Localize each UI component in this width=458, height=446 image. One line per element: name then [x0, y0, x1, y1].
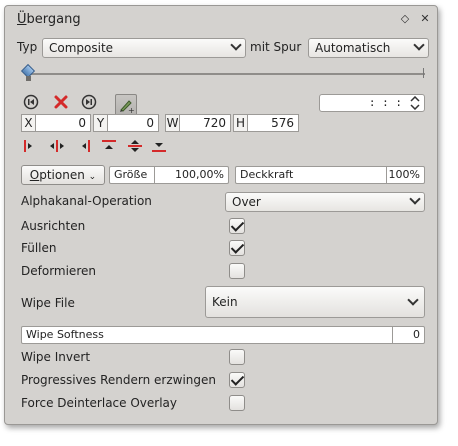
skip-next-icon: [81, 94, 97, 110]
x-value: 0: [78, 116, 86, 130]
align-vcenter-icon[interactable]: [127, 139, 143, 153]
h-value: 576: [271, 116, 294, 130]
previous-keyframe-button[interactable]: [21, 94, 41, 114]
progressive-label: Progressives Rendern erzwingen: [21, 373, 216, 387]
opacity-separator: [386, 167, 387, 183]
delete-keyframe-button[interactable]: [51, 94, 71, 114]
chevron-down-small-icon: ⌄: [88, 172, 97, 182]
wipe-softness-value: 0: [413, 328, 420, 341]
w-label: W: [166, 115, 180, 131]
transition-type-combo[interactable]: Composite: [42, 38, 246, 58]
y-position-field[interactable]: Y 0: [93, 114, 159, 132]
alpha-operation-combo[interactable]: Over: [225, 192, 425, 212]
width-field[interactable]: W 720: [165, 114, 231, 132]
size-value: 100,00%: [175, 168, 224, 181]
wipe-invert-label: Wipe Invert: [21, 350, 91, 364]
close-panel-icon[interactable]: ✕: [418, 12, 432, 26]
timecode-input[interactable]: : : :: [319, 94, 425, 112]
wipe-file-value: Kein: [212, 295, 238, 309]
track-combo[interactable]: Automatisch: [308, 38, 429, 58]
progressive-checkbox[interactable]: [229, 372, 245, 388]
align-hcenter-icon[interactable]: [49, 139, 65, 153]
height-field[interactable]: H 576: [233, 114, 299, 132]
track-value: Automatisch: [315, 41, 391, 55]
title-mnemonic: Ü: [17, 12, 27, 27]
align-label: Ausrichten: [21, 219, 86, 233]
add-keyframe-button[interactable]: +: [115, 94, 137, 116]
fill-checkbox[interactable]: [229, 240, 245, 256]
transition-panel: Übergang ◇ ✕ Typ Composite mit Spur Auto…: [4, 5, 438, 425]
keyframe-timeline-track[interactable]: [25, 73, 425, 75]
size-field[interactable]: Größe 100,00%: [109, 166, 229, 184]
align-left-icon[interactable]: [23, 139, 39, 153]
options-mnemonic: O: [29, 168, 40, 182]
align-right-icon[interactable]: [75, 139, 91, 153]
wipe-softness-label: Wipe Softness: [26, 328, 104, 341]
options-label: ptionen: [39, 168, 85, 182]
y-label: Y: [94, 115, 108, 131]
size-separator: [154, 167, 155, 183]
chevron-down-icon: [407, 294, 419, 306]
opacity-field[interactable]: Deckkraft 100%: [235, 166, 425, 184]
timecode-value: : : :: [368, 96, 402, 109]
title-rest: bergang: [26, 12, 81, 27]
alpha-operation-label: Alphakanal-Operation: [21, 194, 152, 208]
y-value: 0: [146, 116, 154, 130]
chevron-down-icon: [413, 39, 425, 51]
options-button[interactable]: Optionen ⌄: [21, 165, 105, 185]
keyframe-pencil-icon: +: [120, 100, 135, 115]
alpha-operation-value: Over: [232, 195, 261, 209]
type-label: Typ: [17, 40, 38, 54]
distort-label: Deformieren: [21, 264, 96, 278]
spin-updown-icon[interactable]: [409, 96, 421, 110]
distort-checkbox[interactable]: [229, 263, 245, 279]
skip-previous-icon: [23, 94, 39, 110]
wipe-invert-checkbox[interactable]: [229, 349, 245, 365]
chevron-down-icon: [409, 193, 421, 205]
x-label: X: [22, 115, 36, 131]
w-value: 720: [203, 116, 226, 130]
opacity-label: Deckkraft: [240, 168, 294, 181]
size-label: Größe: [114, 168, 148, 181]
wipe-softness-slider[interactable]: Wipe Softness 0: [21, 326, 425, 344]
align-checkbox[interactable]: [229, 218, 245, 234]
wipe-file-combo[interactable]: Kein: [205, 286, 425, 318]
next-keyframe-button[interactable]: [79, 94, 99, 114]
keyframe-handle-base: [26, 76, 31, 81]
red-x-icon: [54, 95, 68, 109]
opacity-value: 100%: [388, 168, 420, 181]
deinterlace-label: Force Deinterlace Overlay: [21, 396, 177, 410]
align-bottom-icon[interactable]: [151, 139, 167, 153]
panel-title: Übergang: [17, 12, 81, 27]
fill-label: Füllen: [21, 241, 57, 255]
x-position-field[interactable]: X 0: [21, 114, 91, 132]
track-label: mit Spur: [250, 40, 302, 54]
wipe-file-label: Wipe File: [21, 296, 75, 310]
wipe-softness-separator: [392, 327, 393, 343]
float-panel-icon[interactable]: ◇: [398, 12, 412, 26]
align-top-icon[interactable]: [101, 139, 117, 153]
h-label: H: [234, 115, 248, 131]
chevron-down-icon: [230, 39, 242, 51]
deinterlace-checkbox[interactable]: [229, 395, 245, 411]
transition-type-value: Composite: [49, 41, 114, 55]
timeline-end-tick: [423, 68, 424, 78]
